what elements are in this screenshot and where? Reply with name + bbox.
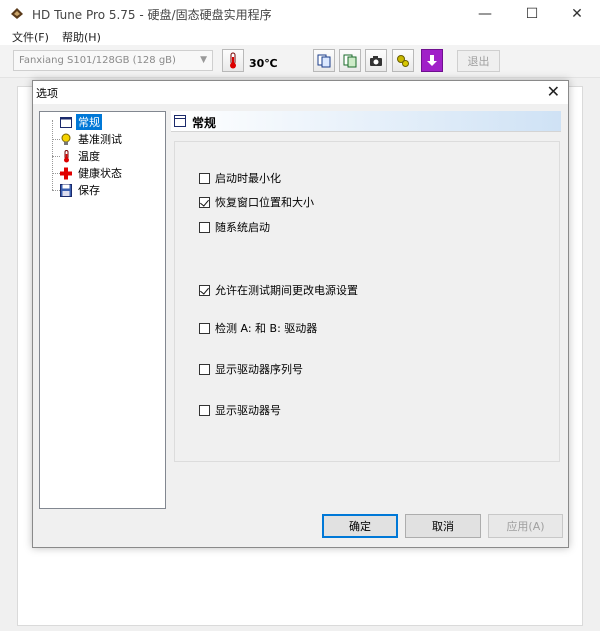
screenshot-button[interactable]	[365, 49, 387, 72]
dialog-title-bar: 选项 ✕	[33, 81, 568, 104]
tree-item-benchmark[interactable]: 基准测试	[60, 131, 124, 147]
tree-connector	[52, 156, 60, 157]
red-cross-icon	[60, 167, 72, 179]
tree-connector	[52, 139, 60, 140]
checkbox[interactable]	[199, 172, 210, 184]
maximize-button[interactable]: ☐	[509, 0, 555, 27]
settings-box: 启动时最小化 恢复窗口位置和大小 随系统启动 允许在测试期间更改电源设置 检测 …	[174, 141, 560, 462]
tree-item-label: 健康状态	[78, 167, 122, 180]
checkbox[interactable]	[199, 221, 210, 233]
window-icon	[60, 116, 72, 128]
download-arrow-icon	[427, 54, 437, 66]
window-title: HD Tune Pro 5.75 - 硬盘/固态硬盘实用程序	[32, 8, 272, 22]
option-label: 随系统启动	[215, 221, 270, 234]
checkbox[interactable]	[199, 363, 210, 375]
options-button[interactable]	[392, 49, 414, 72]
dialog-close-button[interactable]: ✕	[547, 82, 560, 101]
thermometer-icon	[64, 149, 69, 162]
copy-info-button[interactable]	[313, 49, 335, 72]
checkbox[interactable]	[199, 404, 210, 416]
menu-file[interactable]: 文件(F)	[12, 29, 49, 45]
option-show-serial[interactable]: 显示驱动器序列号	[199, 361, 303, 377]
section-header: 常规	[171, 111, 561, 132]
option-label: 检测 A: 和 B: 驱动器	[215, 322, 318, 335]
drive-select[interactable]: Fanxiang S101/128GB (128 gB) ▼	[13, 50, 213, 71]
gears-icon	[397, 54, 409, 67]
copy-all-button[interactable]	[339, 49, 361, 72]
exit-button[interactable]: 退出	[457, 50, 500, 72]
option-label: 显示驱动器序列号	[215, 363, 303, 376]
close-button[interactable]: ✕	[554, 0, 600, 27]
app-icon	[11, 8, 23, 19]
thermometer-icon	[230, 52, 236, 69]
option-restore-window[interactable]: 恢复窗口位置和大小	[199, 194, 314, 210]
menu-bar: 文件(F) 帮助(H)	[0, 27, 600, 45]
option-label: 显示驱动器号	[215, 404, 281, 417]
tree-item-label: 常规	[76, 114, 102, 130]
cancel-button[interactable]: 取消	[405, 514, 481, 538]
checkbox-checked[interactable]	[199, 196, 210, 208]
tree-connector	[52, 120, 53, 190]
tree-item-save[interactable]: 保存	[60, 182, 102, 198]
option-show-drive-letter[interactable]: 显示驱动器号	[199, 402, 281, 418]
drive-select-value: Fanxiang S101/128GB (128 gB)	[19, 55, 176, 66]
title-bar: HD Tune Pro 5.75 - 硬盘/固态硬盘实用程序 — ☐ ✕	[0, 0, 600, 27]
section-title: 常规	[192, 116, 217, 130]
save-button[interactable]	[421, 49, 443, 72]
option-detect-ab-drives[interactable]: 检测 A: 和 B: 驱动器	[199, 320, 317, 336]
options-dialog: 选项 ✕ 常规 基准测试 温度 健康状态 保存 常规 启动时最小化 恢复窗口位置…	[32, 80, 569, 548]
option-minimize-on-start[interactable]: 启动时最小化	[199, 170, 281, 186]
tree-item-label: 温度	[78, 150, 100, 163]
checkbox-checked[interactable]	[199, 284, 210, 296]
minimize-button[interactable]: —	[462, 0, 508, 27]
toolbar: Fanxiang S101/128GB (128 gB) ▼ 30℃ 退出	[0, 45, 600, 78]
tree-item-general[interactable]: 常规	[60, 114, 102, 130]
window-icon	[174, 115, 186, 127]
chevron-down-icon: ▼	[200, 55, 207, 65]
tree-item-temperature[interactable]: 温度	[60, 148, 102, 164]
temperature-readout: 30℃	[249, 57, 278, 70]
option-label: 恢复窗口位置和大小	[215, 196, 314, 209]
apply-button[interactable]: 应用(A)	[488, 514, 563, 538]
lightbulb-icon	[61, 133, 71, 145]
floppy-icon	[60, 183, 72, 197]
tree-item-label: 基准测试	[78, 133, 122, 146]
camera-icon	[370, 55, 382, 66]
options-tree: 常规 基准测试 温度 健康状态 保存	[39, 111, 166, 509]
copy-icon	[317, 54, 331, 67]
tree-connector	[52, 190, 60, 191]
option-start-with-system[interactable]: 随系统启动	[199, 219, 270, 235]
tree-item-label: 保存	[78, 184, 100, 197]
option-label: 允许在测试期间更改电源设置	[215, 284, 358, 297]
option-label: 启动时最小化	[215, 172, 281, 185]
copy-green-icon	[343, 54, 357, 67]
tree-connector	[52, 173, 60, 174]
temperature-button[interactable]	[222, 49, 244, 72]
option-power-settings[interactable]: 允许在测试期间更改电源设置	[199, 282, 358, 298]
tree-item-health[interactable]: 健康状态	[60, 165, 124, 181]
menu-help[interactable]: 帮助(H)	[62, 29, 101, 45]
ok-button[interactable]: 确定	[322, 514, 398, 538]
checkbox[interactable]	[199, 322, 210, 334]
dialog-title: 选项	[36, 87, 58, 100]
